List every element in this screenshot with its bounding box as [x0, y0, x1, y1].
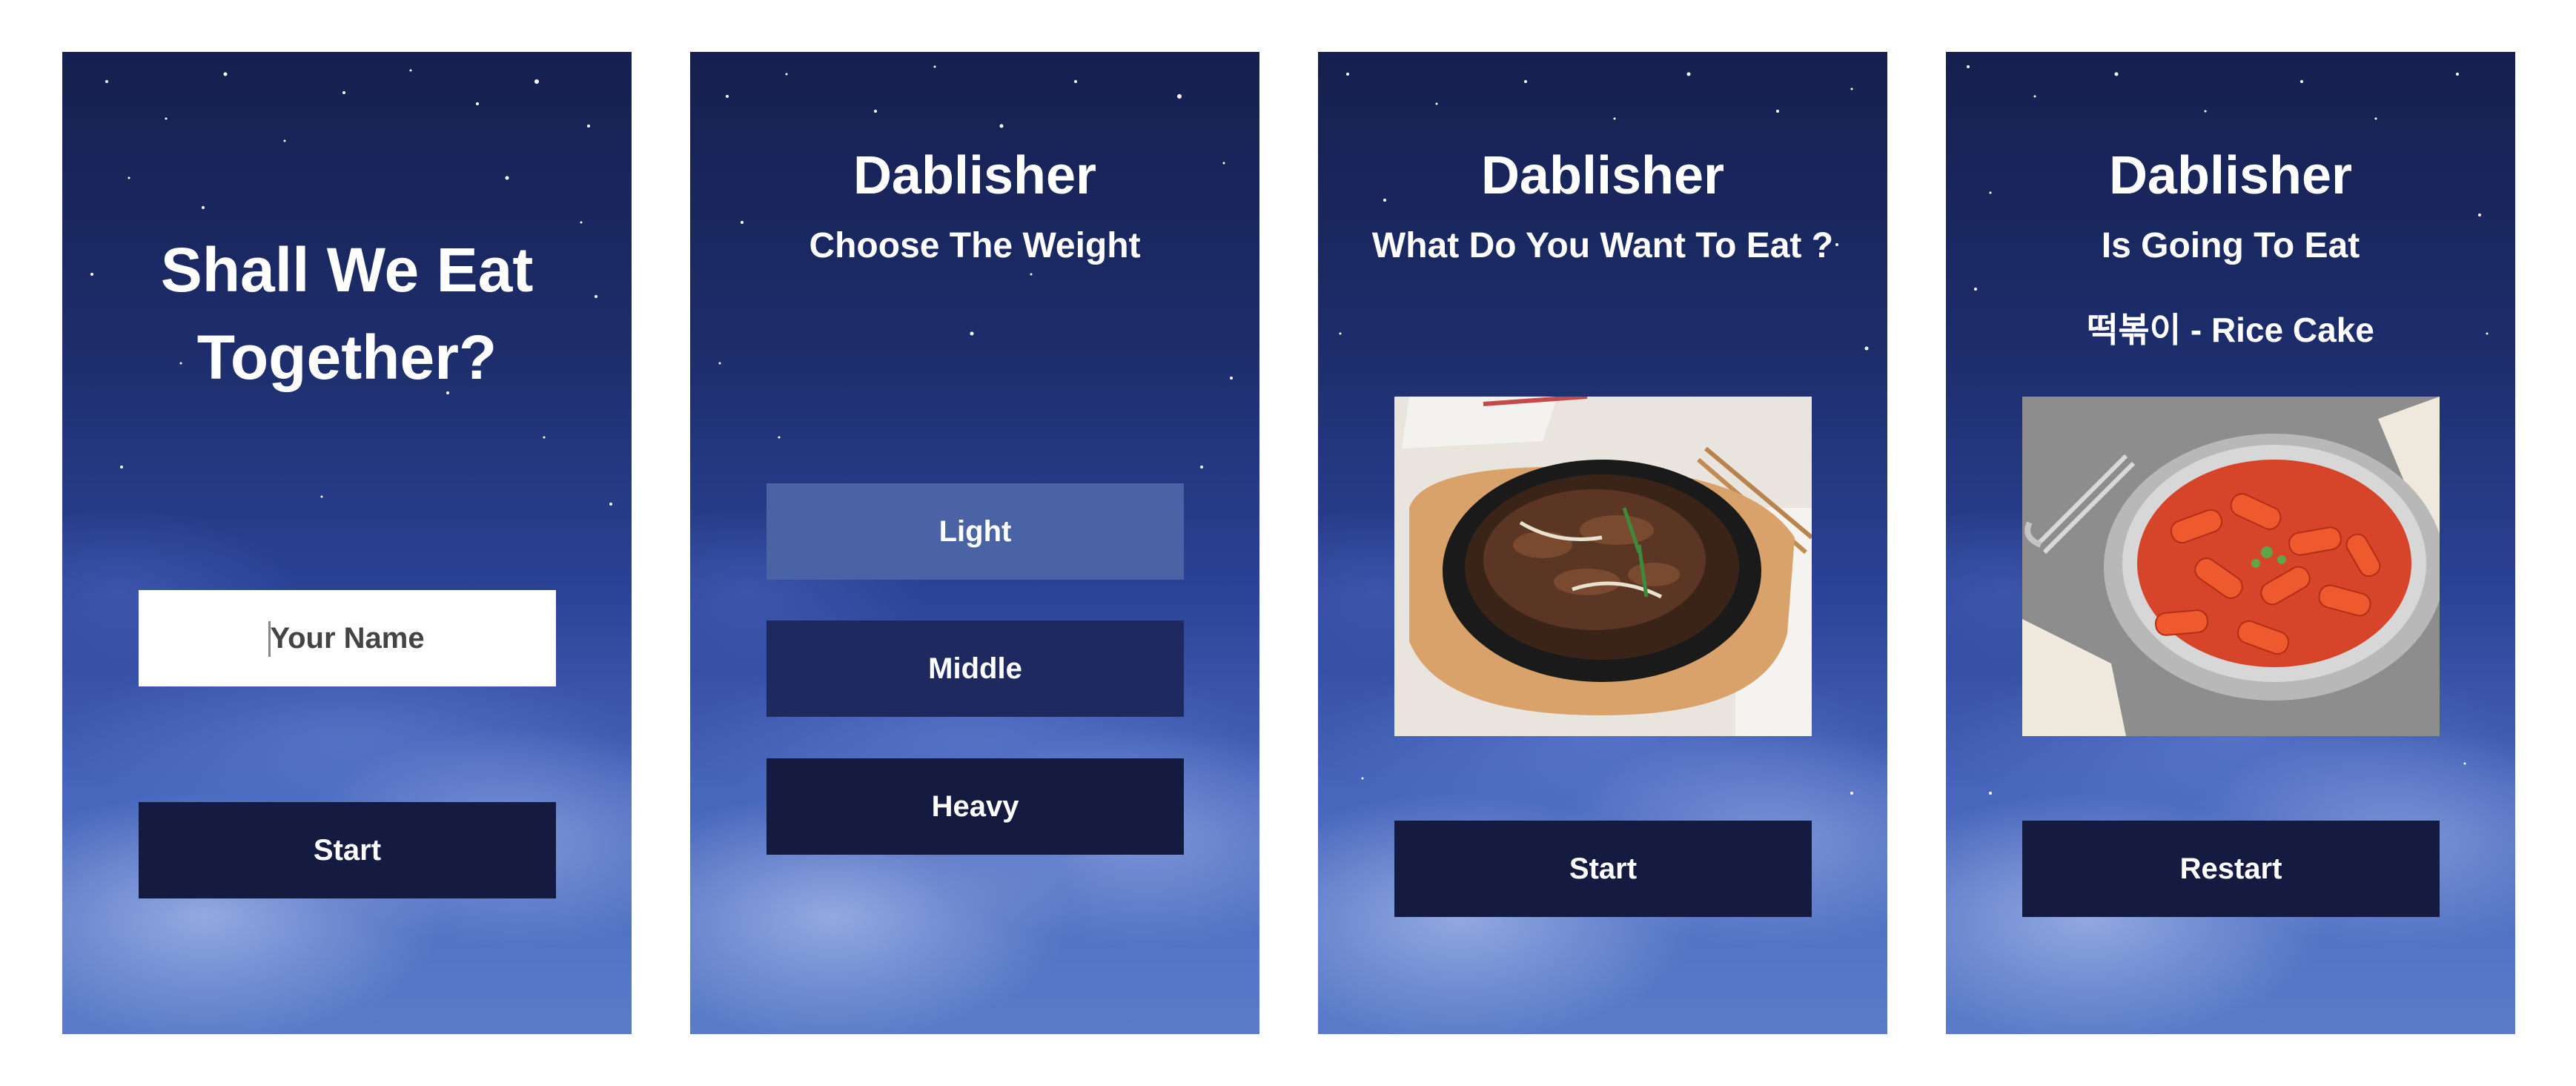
- app-title: Dablisher: [852, 146, 1097, 205]
- screen-name-entry: Shall We Eat Together? Start: [62, 52, 632, 1034]
- bulgogi-photo: [1394, 397, 1812, 736]
- name-input[interactable]: [139, 620, 556, 656]
- name-input-field[interactable]: [139, 590, 556, 686]
- page-subtitle: What Do You Want To Eat ?: [1371, 226, 1834, 265]
- page-title: Shall We Eat Together?: [160, 235, 534, 392]
- restart-button[interactable]: Restart: [2022, 821, 2440, 917]
- screen-result: Dablisher Is Going To Eat 떡볶이 - Rice Cak…: [1946, 52, 2515, 1034]
- result-food-name: 떡볶이 - Rice Cake: [2087, 311, 2374, 349]
- tteokbokki-photo: [2022, 397, 2440, 736]
- app-title: Dablisher: [2108, 146, 2353, 205]
- option-light-button[interactable]: Light: [766, 483, 1184, 580]
- app-title: Dablisher: [1480, 146, 1725, 205]
- text-caret: [268, 621, 271, 657]
- start-button[interactable]: Start: [1394, 821, 1812, 917]
- option-middle-button[interactable]: Middle: [766, 620, 1184, 717]
- start-button[interactable]: Start: [139, 802, 556, 898]
- screen-choose-weight: Dablisher Choose The Weight Light Middle…: [690, 52, 1259, 1034]
- page-subtitle: Is Going To Eat: [2101, 226, 2360, 265]
- page-subtitle: Choose The Weight: [809, 226, 1141, 265]
- option-heavy-button[interactable]: Heavy: [766, 758, 1184, 855]
- screen-food-choice: Dablisher What Do You Want To Eat ? Star…: [1318, 52, 1887, 1034]
